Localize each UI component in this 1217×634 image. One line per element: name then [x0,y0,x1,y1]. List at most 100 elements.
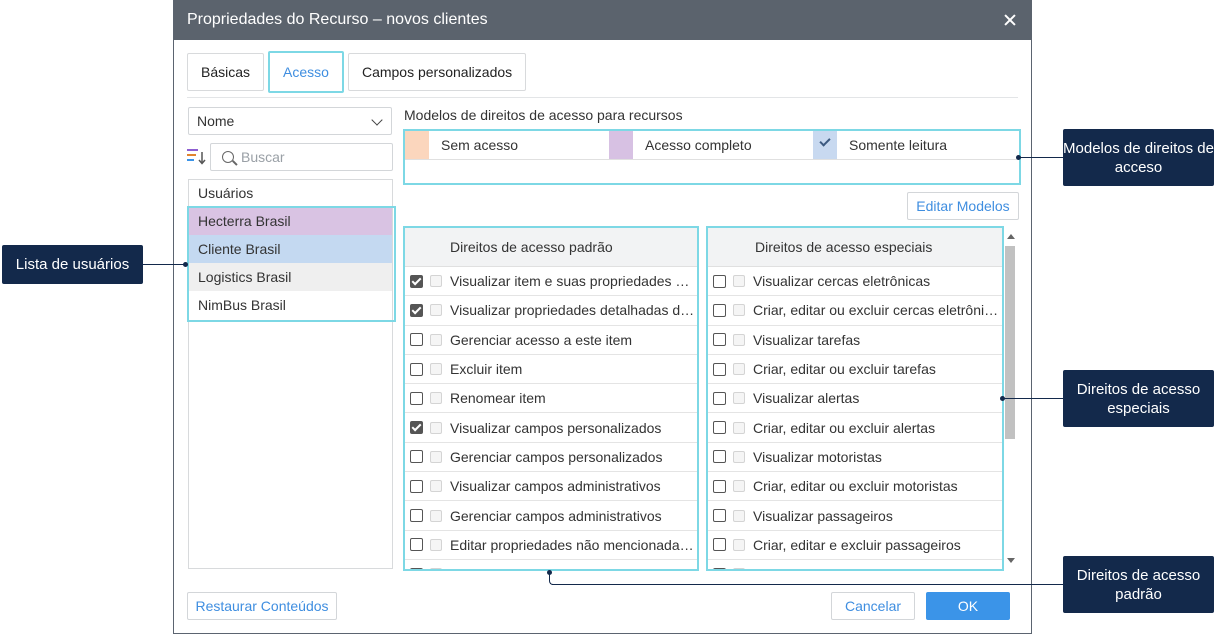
leader-special [1003,398,1063,399]
right-label: Criar, editar ou excluir cercas eletrôni… [753,302,999,319]
right-checkbox[interactable] [713,421,726,435]
sort-select[interactable]: Nome [188,107,392,135]
model-color-swatch [405,131,429,159]
right-checkbox[interactable] [410,567,423,569]
right-checkbox-disabled [430,538,442,551]
access-model-item[interactable]: Sem acesso [405,131,609,159]
right-label: Criar, editar ou excluir motoristas [753,478,958,495]
cancel-button[interactable]: Cancelar [831,592,915,620]
right-row: Criar, editar ou excluir cercas eletrôni… [708,296,1002,326]
right-label: Editar propriedades não mencionada… [450,536,694,553]
right-checkbox-disabled [430,275,442,288]
right-checkbox[interactable] [713,391,726,405]
right-row: Alterar ícone [405,560,697,569]
right-checkbox[interactable] [410,274,423,288]
right-checkbox-disabled [733,304,745,317]
right-checkbox[interactable] [410,450,423,464]
model-label: Somente leitura [849,137,948,153]
right-row: Criar, editar ou excluir alertas [708,413,1002,443]
right-row: Visualizar motoristas [708,443,1002,473]
search-input[interactable]: Buscar [210,143,393,171]
leader-dot-models [1016,155,1021,160]
rights-scrollbar[interactable] [1004,232,1016,567]
leader-dot-special [1000,396,1005,401]
right-checkbox-disabled [733,568,745,569]
leader-models [1020,157,1063,158]
users-list: Usuários Hecterra Brasil Cliente Brasil Lo… [187,179,396,569]
right-checkbox[interactable] [713,509,726,523]
ok-button[interactable]: OK [926,592,1010,620]
right-checkbox[interactable] [713,567,726,569]
right-row: Criar, editar ou excluir tarefas [708,355,1002,385]
right-checkbox[interactable] [410,421,423,435]
scroll-up-icon[interactable] [1007,234,1015,239]
user-name: Cliente Brasil [198,241,281,257]
models-divider [405,159,1019,160]
right-checkbox-disabled [733,509,745,522]
tab-bar: Básicas Acesso Campos personalizados [187,51,530,93]
right-checkbox-disabled [430,363,442,376]
right-label: Criar, editar e excluir passageiros [753,536,961,553]
user-name: Hecterra Brasil [198,213,291,229]
access-model-item[interactable]: Acesso completo [609,131,813,159]
right-label: Visualizar rotas [753,566,848,569]
right-label: Renomear item [450,390,546,407]
right-checkbox[interactable] [713,362,726,376]
right-checkbox[interactable] [410,362,423,376]
user-list-item[interactable]: Hecterra Brasil [189,207,392,235]
callout-special: Direitos de acesso especiais [1063,370,1214,427]
callout-standard: Direitos de acesso padrão [1063,556,1214,613]
right-row: Gerenciar campos administrativos [405,501,697,531]
tab-acesso[interactable]: Acesso [268,51,344,93]
right-checkbox[interactable] [410,303,423,317]
special-rights-panel: Direitos de acesso especiais Visualizar … [706,226,1004,571]
resource-properties-dialog: Propriedades do Recurso – novos clientes… [173,0,1032,634]
right-checkbox[interactable] [713,333,726,347]
right-checkbox[interactable] [410,391,423,405]
chevron-down-icon [371,114,383,126]
leader-dot-standard [547,570,552,575]
check-icon [819,135,831,147]
right-label: Gerenciar campos administrativos [450,507,662,524]
right-row: Visualizar propriedades detalhadas d… [405,296,697,326]
right-label: Visualizar campos personalizados [450,419,662,436]
tab-basicas[interactable]: Básicas [187,53,265,91]
right-checkbox[interactable] [410,479,423,493]
right-label: Criar, editar ou excluir alertas [753,419,936,436]
right-row: Gerenciar acesso a este item [405,326,697,355]
leader-users [143,264,185,265]
right-checkbox-disabled [733,363,745,376]
user-list-item[interactable]: NimBus Brasil [189,291,392,319]
right-checkbox-disabled [430,509,442,522]
right-row: Visualizar item e suas propriedades b… [405,267,697,297]
right-label: Excluir item [450,361,523,378]
right-checkbox[interactable] [713,479,726,493]
models-label: Modelos de direitos de acesso para recur… [404,107,683,123]
right-checkbox-disabled [733,480,745,493]
right-checkbox[interactable] [713,538,726,552]
tab-campos-personalizados[interactable]: Campos personalizados [347,53,527,91]
access-model-item[interactable]: Somente leitura [813,131,1017,159]
right-label: Visualizar motoristas [753,448,882,465]
scroll-thumb[interactable] [1005,246,1015,439]
edit-models-button[interactable]: Editar Modelos [907,192,1019,220]
right-checkbox[interactable] [713,274,726,288]
standard-rights-header: Direitos de acesso padrão [405,228,697,267]
right-checkbox-disabled [733,538,745,551]
user-list-item[interactable]: Logistics Brasil [189,263,392,291]
right-label: Gerenciar campos personalizados [450,448,663,465]
right-checkbox-disabled [430,421,442,434]
right-checkbox[interactable] [713,450,726,464]
search-icon [222,151,234,163]
scroll-down-icon[interactable] [1007,558,1015,563]
right-checkbox[interactable] [410,538,423,552]
right-checkbox[interactable] [713,303,726,317]
right-checkbox-disabled [430,392,442,405]
right-checkbox[interactable] [410,509,423,523]
right-checkbox[interactable] [410,333,423,347]
restore-button[interactable]: Restaurar Conteúdos [187,592,337,620]
close-icon[interactable] [1000,10,1020,30]
user-list-item[interactable]: Cliente Brasil [189,235,392,263]
user-name: NimBus Brasil [198,297,286,313]
sort-order-icon[interactable] [187,148,207,166]
